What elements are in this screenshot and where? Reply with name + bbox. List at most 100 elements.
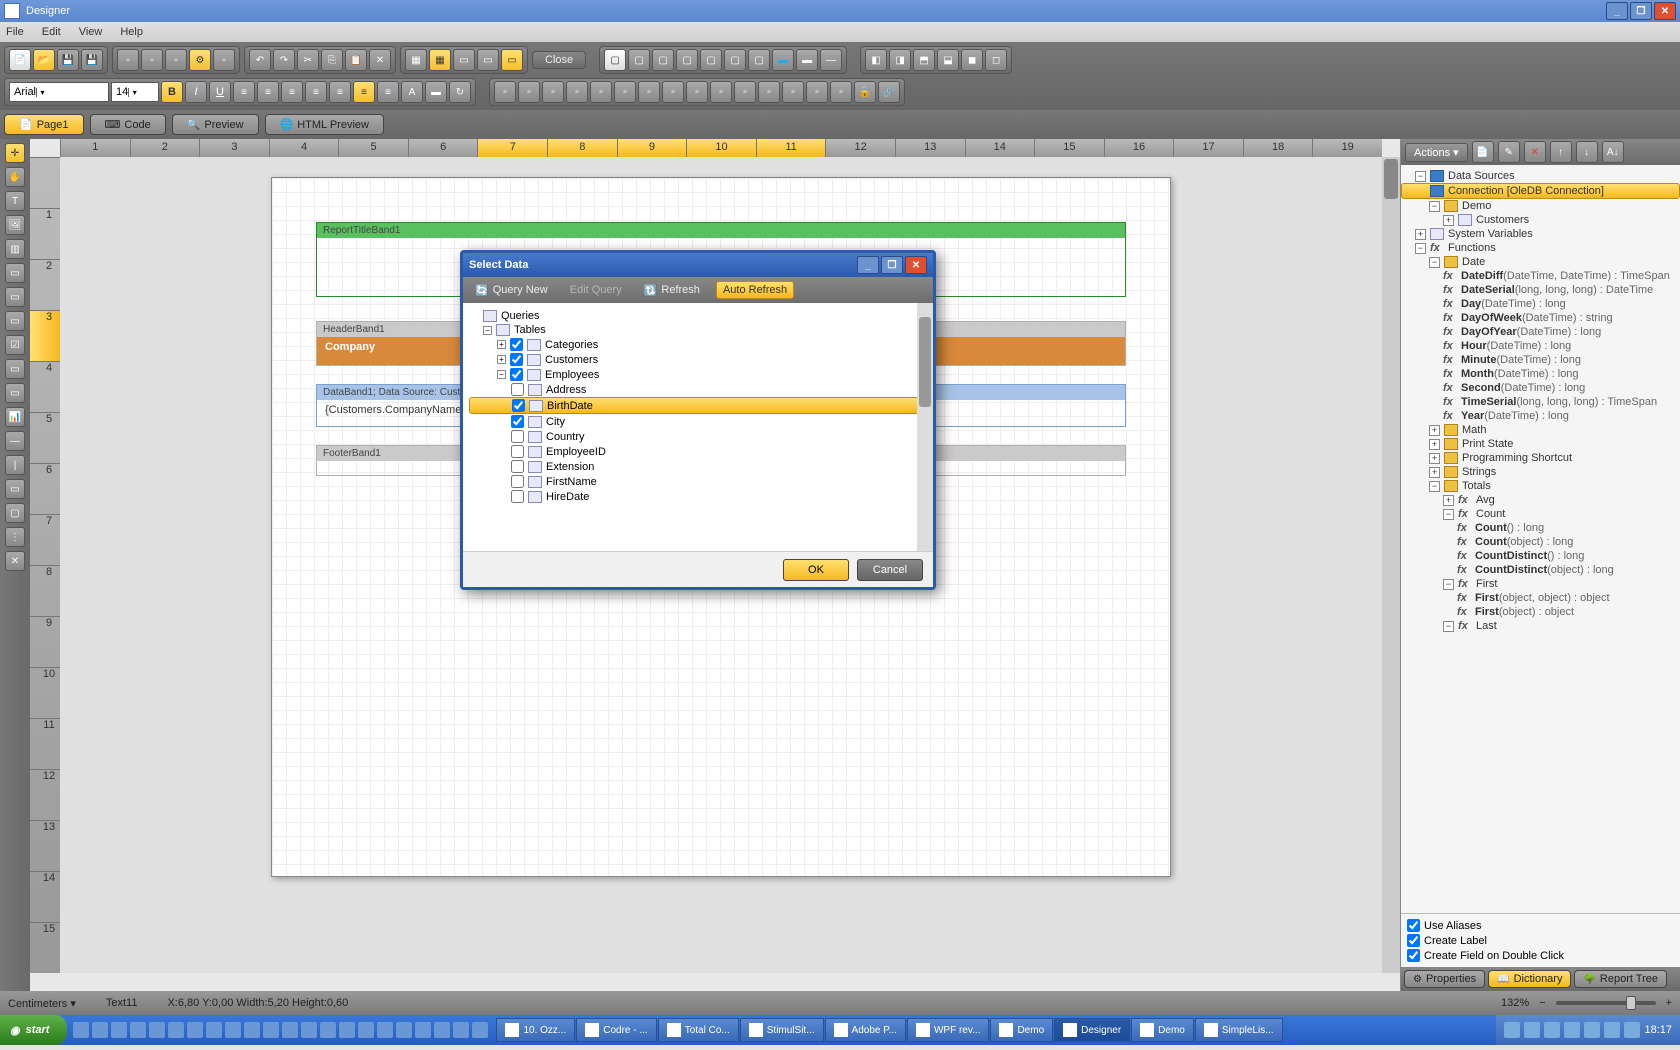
rp-delete-button[interactable]: ✕ xyxy=(1524,141,1546,163)
tree-connection[interactable]: Connection [OleDB Connection] xyxy=(1401,183,1680,199)
tool-hline[interactable]: — xyxy=(5,431,25,451)
dock-b-button[interactable]: ⬓ xyxy=(937,49,959,71)
italic-button[interactable]: I xyxy=(185,81,207,103)
tool-clone[interactable]: ▭ xyxy=(5,311,25,331)
actions-menu[interactable]: Actions ▾ xyxy=(1405,143,1468,162)
rp-tab-properties[interactable]: ⚙ Properties xyxy=(1404,970,1485,988)
fill-color-button[interactable]: ▬ xyxy=(772,49,794,71)
headers-button[interactable]: ▭ xyxy=(453,49,475,71)
ql-9[interactable] xyxy=(225,1022,241,1038)
center-h-button[interactable]: ▫ xyxy=(758,81,780,103)
paste-button[interactable]: 📋 xyxy=(345,49,367,71)
page-del-button[interactable]: ▫ xyxy=(141,49,163,71)
back-color-button[interactable]: ▬ xyxy=(425,81,447,103)
field-firstname[interactable]: FirstName xyxy=(469,474,927,489)
tool-panel[interactable]: ▭ xyxy=(5,287,25,307)
field-birthdate[interactable]: BirthDate xyxy=(469,397,927,414)
al-left-button[interactable]: ▫ xyxy=(494,81,516,103)
same-s-button[interactable]: ▫ xyxy=(686,81,708,103)
cancel-button[interactable]: Cancel xyxy=(857,559,923,581)
border-t-button[interactable]: ▢ xyxy=(676,49,698,71)
delete-button[interactable]: ✕ xyxy=(369,49,391,71)
task-3[interactable]: StimulSit... xyxy=(740,1018,824,1042)
tab-html-preview[interactable]: 🌐 HTML Preview xyxy=(265,114,384,135)
fn-month[interactable]: fxMonth (DateTime) : long xyxy=(1401,367,1680,381)
task-6[interactable]: Demo xyxy=(990,1018,1053,1042)
minimize-button[interactable]: _ xyxy=(1606,2,1628,20)
al-mid-button[interactable]: ▫ xyxy=(590,81,612,103)
border-r-button[interactable]: ▢ xyxy=(700,49,722,71)
dock-t-button[interactable]: ⬒ xyxy=(913,49,935,71)
refresh-button[interactable]: 🔃 Refresh xyxy=(638,282,706,299)
menu-file[interactable]: File xyxy=(6,26,24,38)
underline-button[interactable]: U xyxy=(209,81,231,103)
auto-refresh-button[interactable]: Auto Refresh xyxy=(716,281,794,299)
al-top-button[interactable]: ▫ xyxy=(566,81,588,103)
start-button[interactable]: ◉ start xyxy=(0,1015,67,1045)
font-size-select[interactable]: 14▾ xyxy=(111,82,159,102)
rp-new-button[interactable]: 📄 xyxy=(1472,141,1494,163)
dialog-scrollbar[interactable] xyxy=(917,303,933,551)
font-family-select[interactable]: Arial▾ xyxy=(9,82,109,102)
valign-mid-button[interactable]: ≡ xyxy=(353,81,375,103)
task-2[interactable]: Total Co... xyxy=(658,1018,739,1042)
tool-select[interactable]: ✛ xyxy=(5,143,25,163)
dock-n-button[interactable]: ◻ xyxy=(985,49,1007,71)
fn-count[interactable]: fxCount () : long xyxy=(1401,521,1680,535)
copy-button[interactable]: ⎘ xyxy=(321,49,343,71)
valign-top-button[interactable]: ≡ xyxy=(329,81,351,103)
tool-hand[interactable]: ✋ xyxy=(5,167,25,187)
fn-day[interactable]: fxDay (DateTime) : long xyxy=(1401,297,1680,311)
ql-18[interactable] xyxy=(396,1022,412,1038)
status-units[interactable]: Centimeters ▾ xyxy=(8,997,76,1010)
send-back-button[interactable]: ▫ xyxy=(830,81,852,103)
tab-page1[interactable]: 📄 Page1 xyxy=(4,114,84,135)
rulers-button[interactable]: ▭ xyxy=(501,49,523,71)
tool-cross[interactable]: ✕ xyxy=(5,551,25,571)
dialog-titlebar[interactable]: Select Data _ ❐ ✕ xyxy=(463,253,933,277)
dictionary-tree[interactable]: −Data Sources Connection [OleDB Connecti… xyxy=(1401,165,1680,913)
check-employees[interactable] xyxy=(510,368,523,381)
space-v-button[interactable]: ▫ xyxy=(734,81,756,103)
check-create-label[interactable]: Create Label xyxy=(1407,933,1674,948)
tool-zipcode[interactable]: ▭ xyxy=(5,383,25,403)
fn-countdistinct[interactable]: fxCountDistinct (object) : long xyxy=(1401,563,1680,577)
page-form-button[interactable]: ▫ xyxy=(165,49,187,71)
tool-checkbox[interactable]: ☑ xyxy=(5,335,25,355)
clock[interactable]: 18:17 xyxy=(1644,1024,1672,1036)
task-5[interactable]: WPF rev... xyxy=(907,1018,989,1042)
field-hiredate[interactable]: HireDate xyxy=(469,489,927,504)
field-employeeid[interactable]: EmployeeID xyxy=(469,444,927,459)
rp-edit-button[interactable]: ✎ xyxy=(1498,141,1520,163)
ql-13[interactable] xyxy=(301,1022,317,1038)
tab-preview[interactable]: 🔍 Preview xyxy=(172,114,259,135)
zoom-slider[interactable] xyxy=(1556,1001,1656,1005)
ql-20[interactable] xyxy=(434,1022,450,1038)
tray-icon[interactable] xyxy=(1604,1022,1620,1038)
tray-icon[interactable] xyxy=(1624,1022,1640,1038)
cut-button[interactable]: ✂ xyxy=(297,49,319,71)
fn-timeserial[interactable]: fxTimeSerial (long, long, long) : TimeSp… xyxy=(1401,395,1680,409)
valign-bot-button[interactable]: ≡ xyxy=(377,81,399,103)
dialog-close[interactable]: ✕ xyxy=(905,256,927,274)
fn-year[interactable]: fxYear (DateTime) : long xyxy=(1401,409,1680,423)
tray-icon[interactable] xyxy=(1544,1022,1560,1038)
fn-dateserial[interactable]: fxDateSerial (long, long, long) : DateTi… xyxy=(1401,283,1680,297)
border-b-button[interactable]: ▢ xyxy=(724,49,746,71)
field-address[interactable]: Address xyxy=(469,382,927,397)
same-w-button[interactable]: ▫ xyxy=(638,81,660,103)
rp-tab-report-tree[interactable]: 🌳 Report Tree xyxy=(1574,970,1667,988)
close-report-button[interactable]: Close xyxy=(537,54,581,66)
fn-dayofyear[interactable]: fxDayOfYear (DateTime) : long xyxy=(1401,325,1680,339)
fn-second[interactable]: fxSecond (DateTime) : long xyxy=(1401,381,1680,395)
al-bot-button[interactable]: ▫ xyxy=(614,81,636,103)
task-0[interactable]: 10. Ozz... xyxy=(496,1018,575,1042)
fn-count[interactable]: fxCount (object) : long xyxy=(1401,535,1680,549)
border-color-button[interactable]: ▬ xyxy=(796,49,818,71)
ql-16[interactable] xyxy=(358,1022,374,1038)
tray-icon[interactable] xyxy=(1564,1022,1580,1038)
fn-minute[interactable]: fxMinute (DateTime) : long xyxy=(1401,353,1680,367)
ok-button[interactable]: OK xyxy=(783,559,849,581)
zoom-out-button[interactable]: − xyxy=(1539,997,1545,1009)
rp-tab-dictionary[interactable]: 📖 Dictionary xyxy=(1488,970,1571,988)
